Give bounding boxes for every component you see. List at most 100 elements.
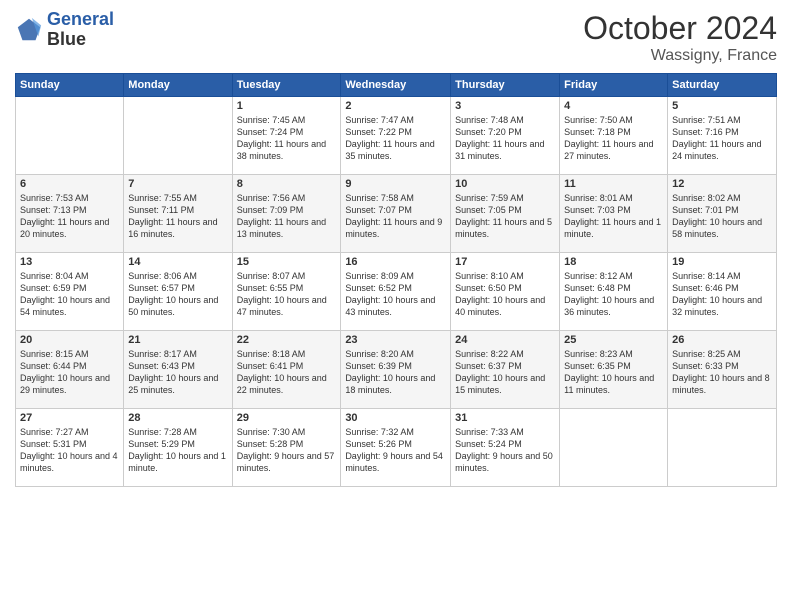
day-number: 8 (237, 178, 337, 190)
title-block: October 2024 Wassigny, France (583, 10, 777, 65)
day-info: Sunrise: 8:04 AM Sunset: 6:59 PM Dayligh… (20, 270, 119, 319)
day-cell: 23 Sunrise: 8:20 AM Sunset: 6:39 PM Dayli… (341, 331, 451, 409)
day-info: Sunrise: 8:10 AM Sunset: 6:50 PM Dayligh… (455, 270, 555, 319)
day-cell: 21 Sunrise: 8:17 AM Sunset: 6:43 PM Dayli… (124, 331, 232, 409)
day-number: 20 (20, 334, 119, 346)
logo: General Blue (15, 10, 114, 50)
day-cell: 28 Sunrise: 7:28 AM Sunset: 5:29 PM Dayli… (124, 409, 232, 487)
day-cell: 4 Sunrise: 7:50 AM Sunset: 7:18 PM Daylig… (560, 97, 668, 175)
day-number: 6 (20, 178, 119, 190)
day-number: 11 (564, 178, 663, 190)
day-info: Sunrise: 7:53 AM Sunset: 7:13 PM Dayligh… (20, 192, 119, 241)
week-row-2: 6 Sunrise: 7:53 AM Sunset: 7:13 PM Daylig… (16, 175, 777, 253)
day-cell: 1 Sunrise: 7:45 AM Sunset: 7:24 PM Daylig… (232, 97, 341, 175)
day-number: 16 (345, 256, 446, 268)
day-cell (124, 97, 232, 175)
day-number: 31 (455, 412, 555, 424)
day-number: 1 (237, 100, 337, 112)
day-cell: 14 Sunrise: 8:06 AM Sunset: 6:57 PM Dayli… (124, 253, 232, 331)
day-cell: 27Sunrise: 7:27 AM Sunset: 5:31 PM Dayli… (16, 409, 124, 487)
day-info: Sunrise: 8:09 AM Sunset: 6:52 PM Dayligh… (345, 270, 446, 319)
day-info: Sunrise: 7:45 AM Sunset: 7:24 PM Dayligh… (237, 114, 337, 163)
day-info: Sunrise: 7:32 AM Sunset: 5:26 PM Dayligh… (345, 426, 446, 475)
location: Wassigny, France (583, 47, 777, 65)
month-title: October 2024 (583, 10, 777, 47)
day-number: 28 (128, 412, 227, 424)
day-cell: 5Sunrise: 7:51 AM Sunset: 7:16 PM Daylig… (668, 97, 777, 175)
day-info: Sunrise: 8:06 AM Sunset: 6:57 PM Dayligh… (128, 270, 227, 319)
day-info: Sunrise: 7:48 AM Sunset: 7:20 PM Dayligh… (455, 114, 555, 163)
day-number: 27 (20, 412, 119, 424)
day-info: Sunrise: 8:20 AM Sunset: 6:39 PM Dayligh… (345, 348, 446, 397)
logo-line1: General (47, 9, 114, 29)
day-number: 7 (128, 178, 227, 190)
day-info: Sunrise: 7:56 AM Sunset: 7:09 PM Dayligh… (237, 192, 337, 241)
day-number: 29 (237, 412, 337, 424)
day-cell: 29 Sunrise: 7:30 AM Sunset: 5:28 PM Dayli… (232, 409, 341, 487)
day-number: 21 (128, 334, 227, 346)
day-info: Sunrise: 7:50 AM Sunset: 7:18 PM Dayligh… (564, 114, 663, 163)
day-info: Sunrise: 8:15 AM Sunset: 6:44 PM Dayligh… (20, 348, 119, 397)
week-row-1: 1 Sunrise: 7:45 AM Sunset: 7:24 PM Daylig… (16, 97, 777, 175)
day-number: 24 (455, 334, 555, 346)
week-row-4: 20 Sunrise: 8:15 AM Sunset: 6:44 PM Dayli… (16, 331, 777, 409)
col-header-wednesday: Wednesday (341, 74, 451, 97)
day-number: 22 (237, 334, 337, 346)
day-number: 15 (237, 256, 337, 268)
day-info: Sunrise: 8:22 AM Sunset: 6:37 PM Dayligh… (455, 348, 555, 397)
day-number: 9 (345, 178, 446, 190)
day-number: 25 (564, 334, 663, 346)
page-container: General Blue October 2024 Wassigny, Fran… (0, 0, 792, 497)
day-cell: 12Sunrise: 8:02 AM Sunset: 7:01 PM Dayli… (668, 175, 777, 253)
day-number: 19 (672, 256, 772, 268)
day-number: 30 (345, 412, 446, 424)
col-header-friday: Friday (560, 74, 668, 97)
day-info: Sunrise: 7:47 AM Sunset: 7:22 PM Dayligh… (345, 114, 446, 163)
day-cell: 22 Sunrise: 8:18 AM Sunset: 6:41 PM Dayli… (232, 331, 341, 409)
page-header: General Blue October 2024 Wassigny, Fran… (15, 10, 777, 65)
day-info: Sunrise: 8:18 AM Sunset: 6:41 PM Dayligh… (237, 348, 337, 397)
day-cell: 10 Sunrise: 7:59 AM Sunset: 7:05 PM Dayli… (451, 175, 560, 253)
day-info: Sunrise: 7:51 AM Sunset: 7:16 PM Dayligh… (672, 114, 772, 163)
day-cell: 3 Sunrise: 7:48 AM Sunset: 7:20 PM Daylig… (451, 97, 560, 175)
col-header-saturday: Saturday (668, 74, 777, 97)
day-number: 18 (564, 256, 663, 268)
day-info: Sunrise: 8:14 AM Sunset: 6:46 PM Dayligh… (672, 270, 772, 319)
day-number: 12 (672, 178, 772, 190)
col-header-monday: Monday (124, 74, 232, 97)
day-info: Sunrise: 8:17 AM Sunset: 6:43 PM Dayligh… (128, 348, 227, 397)
header-row: SundayMondayTuesdayWednesdayThursdayFrid… (16, 74, 777, 97)
day-cell: 26Sunrise: 8:25 AM Sunset: 6:33 PM Dayli… (668, 331, 777, 409)
day-cell: 20 Sunrise: 8:15 AM Sunset: 6:44 PM Dayli… (16, 331, 124, 409)
logo-text: General Blue (47, 10, 114, 50)
col-header-thursday: Thursday (451, 74, 560, 97)
day-number: 4 (564, 100, 663, 112)
day-cell: 8 Sunrise: 7:56 AM Sunset: 7:09 PM Daylig… (232, 175, 341, 253)
day-number: 14 (128, 256, 227, 268)
logo-line2: Blue (47, 30, 114, 50)
day-cell: 13Sunrise: 8:04 AM Sunset: 6:59 PM Dayli… (16, 253, 124, 331)
day-cell (560, 409, 668, 487)
day-cell (668, 409, 777, 487)
day-cell: 6 Sunrise: 7:53 AM Sunset: 7:13 PM Daylig… (16, 175, 124, 253)
day-info: Sunrise: 7:28 AM Sunset: 5:29 PM Dayligh… (128, 426, 227, 475)
day-info: Sunrise: 7:30 AM Sunset: 5:28 PM Dayligh… (237, 426, 337, 475)
week-row-3: 13Sunrise: 8:04 AM Sunset: 6:59 PM Dayli… (16, 253, 777, 331)
day-number: 23 (345, 334, 446, 346)
day-cell: 15Sunrise: 8:07 AM Sunset: 6:55 PM Dayli… (232, 253, 341, 331)
day-cell: 18 Sunrise: 8:12 AM Sunset: 6:48 PM Dayli… (560, 253, 668, 331)
day-cell: 31Sunrise: 7:33 AM Sunset: 5:24 PM Dayli… (451, 409, 560, 487)
calendar-table: SundayMondayTuesdayWednesdayThursdayFrid… (15, 73, 777, 487)
day-number: 26 (672, 334, 772, 346)
day-number: 10 (455, 178, 555, 190)
day-cell: 11Sunrise: 8:01 AM Sunset: 7:03 PM Dayli… (560, 175, 668, 253)
day-info: Sunrise: 7:59 AM Sunset: 7:05 PM Dayligh… (455, 192, 555, 241)
day-cell: 30 Sunrise: 7:32 AM Sunset: 5:26 PM Dayli… (341, 409, 451, 487)
day-number: 2 (345, 100, 446, 112)
day-cell: 24 Sunrise: 8:22 AM Sunset: 6:37 PM Dayli… (451, 331, 560, 409)
day-cell: 2 Sunrise: 7:47 AM Sunset: 7:22 PM Daylig… (341, 97, 451, 175)
day-cell: 25Sunrise: 8:23 AM Sunset: 6:35 PM Dayli… (560, 331, 668, 409)
day-info: Sunrise: 7:58 AM Sunset: 7:07 PM Dayligh… (345, 192, 446, 241)
day-number: 3 (455, 100, 555, 112)
day-info: Sunrise: 8:12 AM Sunset: 6:48 PM Dayligh… (564, 270, 663, 319)
